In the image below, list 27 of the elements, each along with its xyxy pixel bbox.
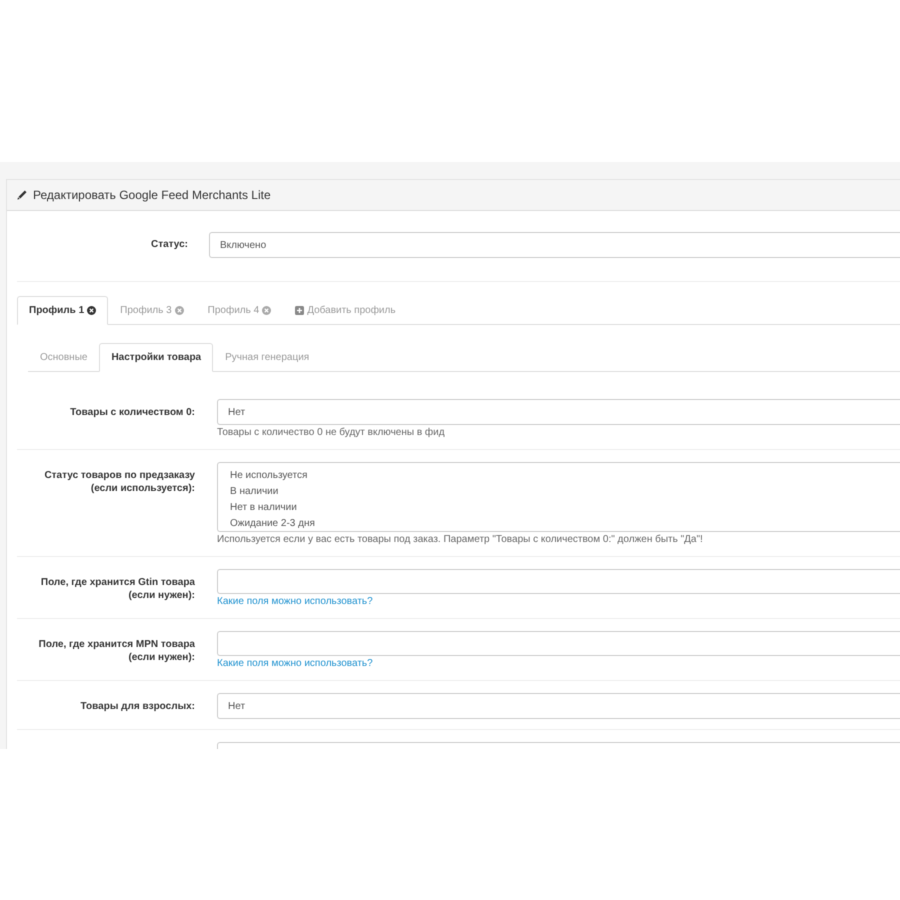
text-input-field[interactable] bbox=[217, 569, 900, 594]
close-icon[interactable] bbox=[87, 306, 96, 315]
field-label: Статус: bbox=[150, 238, 188, 252]
help-text: Используется если у вас есть товары под заказ. Параметр "Товары с количеством 0:" должен быть "Да"! bbox=[217, 533, 703, 547]
select-field[interactable]: Нет bbox=[217, 399, 900, 425]
field-label: Поле, где хранится MPN товара (если нужен): bbox=[38, 638, 195, 665]
listbox-option[interactable]: В наличии bbox=[220, 484, 284, 500]
tab[interactable]: Настройки товара bbox=[99, 343, 214, 372]
text-input-field[interactable] bbox=[217, 631, 900, 656]
listbox-option[interactable]: Нет в наличии bbox=[220, 500, 303, 516]
pencil-icon bbox=[17, 190, 27, 200]
field-label: Статус товаров по предзаказу (если используется): bbox=[43, 469, 195, 496]
listbox-field[interactable]: Не используется В наличии Нет в наличии Ожидание 2-3 дня bbox=[217, 462, 900, 532]
field-label: Поле, где хранится Gtin товара (если нужен): bbox=[40, 576, 195, 603]
listbox-option[interactable]: Ожидание 2-3 дня bbox=[220, 516, 321, 532]
plus-square-icon bbox=[295, 306, 304, 315]
panel-title: Редактировать Google Feed Merchants Lite bbox=[33, 187, 271, 204]
text-input-field[interactable] bbox=[217, 742, 900, 749]
help-text: Товары с количество 0 не будут включены в фид bbox=[217, 426, 445, 440]
select-field[interactable]: Включено bbox=[209, 232, 900, 258]
field-label: Товары с количеством 0: bbox=[69, 406, 195, 420]
help-link[interactable]: Какие поля можно использовать? bbox=[217, 595, 373, 609]
field-label: Товары для взрослых: bbox=[80, 700, 195, 714]
help-link[interactable]: Какие поля можно использовать? bbox=[217, 657, 373, 671]
tab[interactable]: Профиль 1 bbox=[17, 296, 108, 325]
listbox-option[interactable]: Не используется bbox=[220, 468, 314, 484]
select-field[interactable]: Нет bbox=[217, 693, 900, 719]
